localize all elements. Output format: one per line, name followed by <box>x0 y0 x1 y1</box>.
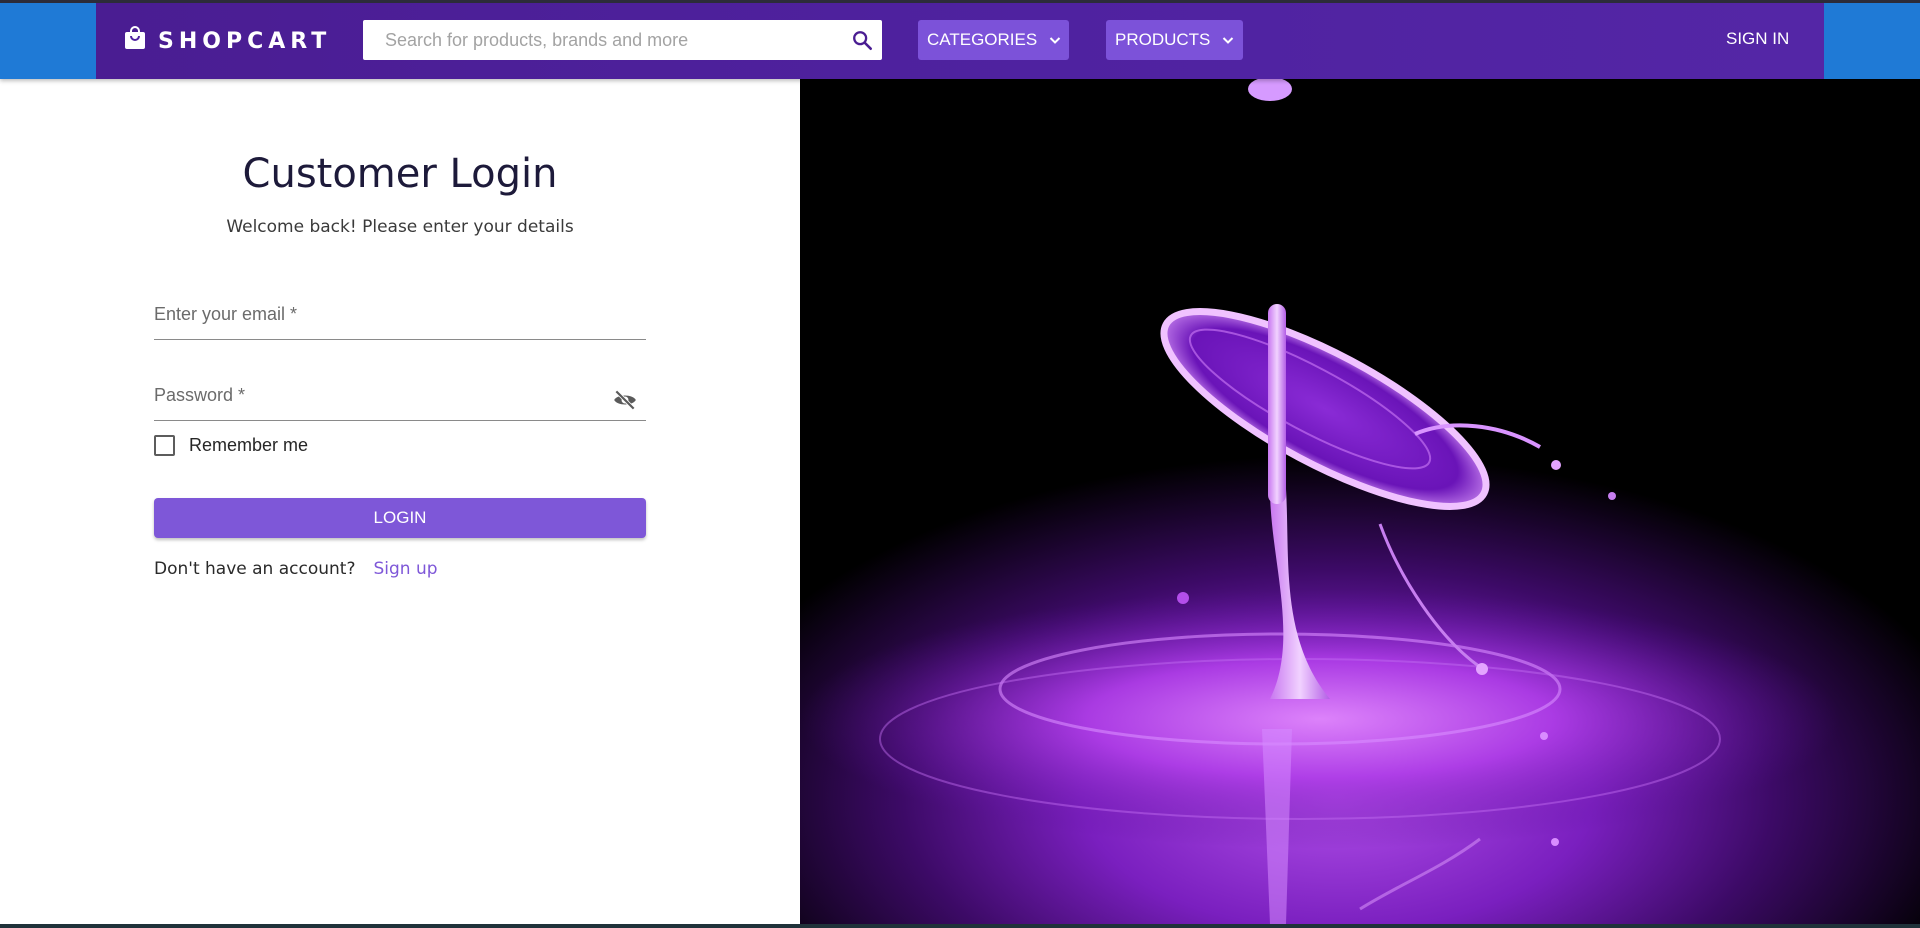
brand-name: SHOPCART <box>158 28 332 54</box>
taskbar-strip <box>0 924 1920 928</box>
categories-label: CATEGORIES <box>927 30 1038 49</box>
email-field: Enter your email * <box>154 296 646 340</box>
products-label: PRODUCTS <box>1115 30 1211 49</box>
eye-off-icon[interactable] <box>612 387 638 413</box>
email-input[interactable] <box>154 296 646 338</box>
remember-me[interactable]: Remember me <box>154 435 308 456</box>
password-field: Password * <box>154 377 646 421</box>
search-input[interactable] <box>363 21 833 59</box>
search-icon <box>853 31 872 50</box>
shopping-bag-icon <box>125 26 145 49</box>
page-title: Customer Login <box>242 151 558 197</box>
liquid-splash-illustration <box>800 79 1840 924</box>
login-panel: Customer Login Welcome back! Please ente… <box>0 79 800 924</box>
signup-row: Don't have an account? Sign up <box>154 559 438 579</box>
signup-link[interactable]: Sign up <box>373 559 437 579</box>
categories-menu-button[interactable]: CATEGORIES <box>918 20 1069 60</box>
chevron-down-icon <box>1223 37 1234 44</box>
page-subtitle: Welcome back! Please enter your details <box>226 217 574 237</box>
remember-me-label: Remember me <box>189 435 309 455</box>
login-button[interactable]: LOGIN <box>154 498 646 538</box>
remember-me-checkbox[interactable] <box>154 435 175 456</box>
password-input[interactable] <box>154 377 646 419</box>
products-menu-button[interactable]: PRODUCTS <box>1106 20 1243 60</box>
app-header: SHOPCART CATEGORIES PRODUCTS SIGN IN <box>0 0 1920 79</box>
search-button[interactable] <box>848 26 876 54</box>
hero-image <box>800 79 1920 924</box>
search-bar <box>363 20 882 60</box>
header-toolbar: SHOPCART CATEGORIES PRODUCTS SIGN IN <box>96 3 1824 79</box>
signup-prompt: Don't have an account? <box>154 559 356 579</box>
brand-logo[interactable]: SHOPCART <box>124 25 331 57</box>
chevron-down-icon <box>1049 37 1061 44</box>
sign-in-link[interactable]: SIGN IN <box>1726 29 1789 49</box>
